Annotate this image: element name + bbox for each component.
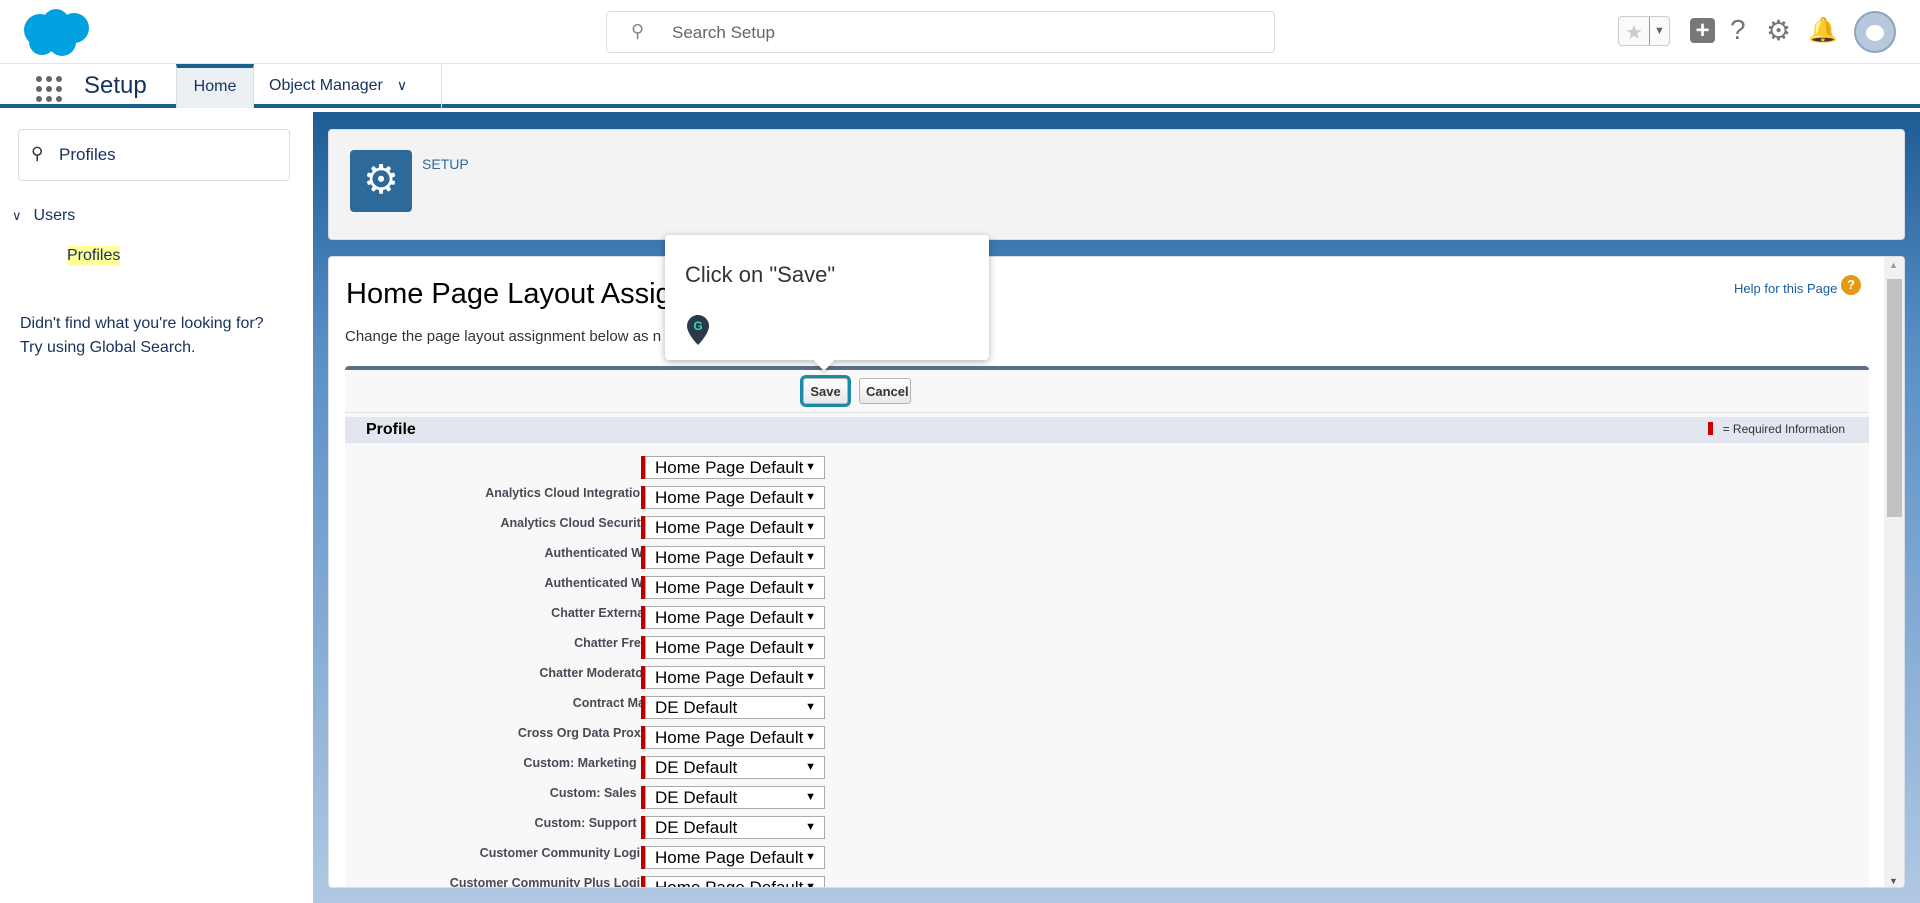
dropdown-arrow-icon: ▼ <box>805 611 816 623</box>
dropdown-arrow-icon: ▼ <box>805 461 816 473</box>
table-row: Customer Community Login User Home Page D… <box>345 844 1869 874</box>
dropdown-arrow-icon: ▼ <box>805 701 816 713</box>
global-search-hint: Didn't find what you're looking for? Try… <box>20 315 264 356</box>
tab-object-manager[interactable]: Object Manager ∨ <box>254 64 442 108</box>
section-header: Profile = Required Information <box>345 417 1869 443</box>
breadcrumb-setup[interactable]: SETUP <box>422 156 469 172</box>
table-row: aaaHome Page Default▼ <box>345 454 1869 484</box>
setup-header-card: ⚙ SETUP <box>328 129 1905 240</box>
global-header: ⚲ Search Setup ★ ▼ + ? ⚙ 🔔 <box>0 0 1920 64</box>
layout-select[interactable]: Home Page Default ▼ <box>645 726 825 749</box>
help-icon[interactable]: ? <box>1730 14 1746 46</box>
dropdown-arrow-icon: ▼ <box>805 881 816 888</box>
layout-select[interactable]: Home Page Default ▼ <box>645 546 825 569</box>
table-row: Authenticated Website Home Page Default ▼ <box>345 544 1869 574</box>
quick-find-input[interactable]: ⚲ Profiles <box>18 129 290 181</box>
section-title: Profile <box>366 421 416 438</box>
search-icon: ⚲ <box>631 21 645 41</box>
table-row: Custom: Marketing Profile DE Default ▼ <box>345 754 1869 784</box>
page-description: Change the page layout assignment below … <box>345 328 662 345</box>
main-area: ⚙ SETUP Home Page Layout Assignment Chan… <box>313 112 1920 903</box>
layout-select[interactable]: DE Default ▼ <box>645 786 825 809</box>
layout-select[interactable]: Home Page Default ▼ <box>645 576 825 599</box>
layout-select[interactable]: Home Page Default ▼ <box>645 636 825 659</box>
table-row: Analytics Cloud Security User Home Page D… <box>345 514 1869 544</box>
dropdown-arrow-icon: ▼ <box>805 581 816 593</box>
layout-select[interactable]: Home Page Default ▼ <box>645 876 825 888</box>
chevron-down-icon[interactable]: ▼ <box>1649 17 1669 45</box>
layout-select[interactable]: DE Default ▼ <box>645 696 825 719</box>
search-icon: ⚲ <box>31 144 44 163</box>
help-link[interactable]: Help for this Page <box>1734 281 1837 296</box>
chevron-down-icon: ∨ <box>12 208 22 223</box>
tooltip-text: Click on "Save" <box>685 262 836 287</box>
table-row: Authenticated Website Home Page Default ▼ <box>345 574 1869 604</box>
layout-select[interactable]: Home Page Default ▼ <box>645 486 825 509</box>
app-title: Setup <box>84 72 147 99</box>
table-row: Chatter Moderator User Home Page Default ▼ <box>345 664 1869 694</box>
salesforce-logo[interactable] <box>20 8 92 58</box>
setup-sidebar: ⚲ Profiles ∨ Users Profiles Didn't find w… <box>0 112 313 903</box>
layout-assignment-block: Save Cancel Profile = Required Informati… <box>345 366 1869 888</box>
table-row: Chatter Free User Home Page Default ▼ <box>345 634 1869 664</box>
app-nav-bar: Setup Home Object Manager ∨ <box>0 64 1920 108</box>
global-search-input[interactable]: ⚲ Search Setup <box>606 11 1275 53</box>
gear-icon[interactable]: ⚙ <box>1766 14 1791 47</box>
favorites-button[interactable]: ★ ▼ <box>1618 16 1670 46</box>
tab-home[interactable]: Home <box>176 64 254 108</box>
required-legend: = Required Information <box>1707 422 1845 436</box>
layout-select[interactable]: DE Default ▼ <box>645 816 825 839</box>
add-icon[interactable]: + <box>1690 18 1715 43</box>
scrollbar[interactable]: ▲ ▼ <box>1884 257 1904 887</box>
scrollbar-thumb[interactable] <box>1887 279 1902 517</box>
dropdown-arrow-icon: ▼ <box>805 731 816 743</box>
dropdown-arrow-icon: ▼ <box>805 551 816 563</box>
setup-gear-icon: ⚙ <box>350 150 412 212</box>
scroll-down-icon[interactable]: ▼ <box>1889 876 1898 886</box>
table-row: Custom: Sales Profile DE Default ▼ <box>345 784 1869 814</box>
scroll-up-icon[interactable]: ▲ <box>1889 260 1898 270</box>
bell-icon[interactable]: 🔔 <box>1808 16 1838 45</box>
guide-pin-icon: G <box>687 315 709 345</box>
tab-label: Object Manager <box>269 77 383 94</box>
dropdown-arrow-icon: ▼ <box>805 491 816 503</box>
svg-text:G: G <box>693 319 702 333</box>
layout-select[interactable]: Home Page Default ▼ <box>645 606 825 629</box>
save-button[interactable]: Save <box>800 375 851 407</box>
table-row: Custom: Support Profile DE Default ▼ <box>345 814 1869 844</box>
dropdown-arrow-icon: ▼ <box>805 821 816 833</box>
dropdown-arrow-icon: ▼ <box>805 521 816 533</box>
guide-tooltip: Click on "Save" G <box>665 235 989 371</box>
table-row: Chatter External User Home Page Default ▼ <box>345 604 1869 634</box>
dropdown-arrow-icon: ▼ <box>805 641 816 653</box>
button-row: Save Cancel <box>345 370 1869 413</box>
table-row: Cross Org Data Proxy User Home Page Defau… <box>345 724 1869 754</box>
layout-select[interactable]: Home Page Default ▼ <box>645 456 825 479</box>
dropdown-arrow-icon: ▼ <box>805 791 816 803</box>
dropdown-arrow-icon: ▼ <box>805 851 816 863</box>
dropdown-arrow-icon: ▼ <box>805 761 816 773</box>
layout-select[interactable]: Home Page Default ▼ <box>645 846 825 869</box>
table-row: Analytics Cloud Integration User Home Pag… <box>345 484 1869 514</box>
table-row: Customer Community Plus Login User Home P… <box>345 874 1869 888</box>
avatar[interactable] <box>1854 11 1896 53</box>
dropdown-arrow-icon: ▼ <box>805 671 816 683</box>
layout-select[interactable]: Home Page Default ▼ <box>645 666 825 689</box>
cancel-button[interactable]: Cancel <box>859 378 911 404</box>
layout-select[interactable]: DE Default ▼ <box>645 756 825 779</box>
table-row: Contract Manager DE Default ▼ <box>345 694 1869 724</box>
help-icon[interactable]: ? <box>1841 275 1861 295</box>
tree-group-users[interactable]: ∨ Users <box>12 207 75 225</box>
app-launcher-icon[interactable] <box>36 76 62 102</box>
chevron-down-icon[interactable]: ∨ <box>397 77 407 93</box>
content-frame: Home Page Layout Assignment Change the p… <box>328 256 1905 888</box>
tree-item-profiles[interactable]: Profiles <box>67 246 121 266</box>
required-marker-icon <box>1707 422 1713 435</box>
star-icon: ★ <box>1625 22 1643 44</box>
layout-select[interactable]: Home Page Default ▼ <box>645 516 825 539</box>
